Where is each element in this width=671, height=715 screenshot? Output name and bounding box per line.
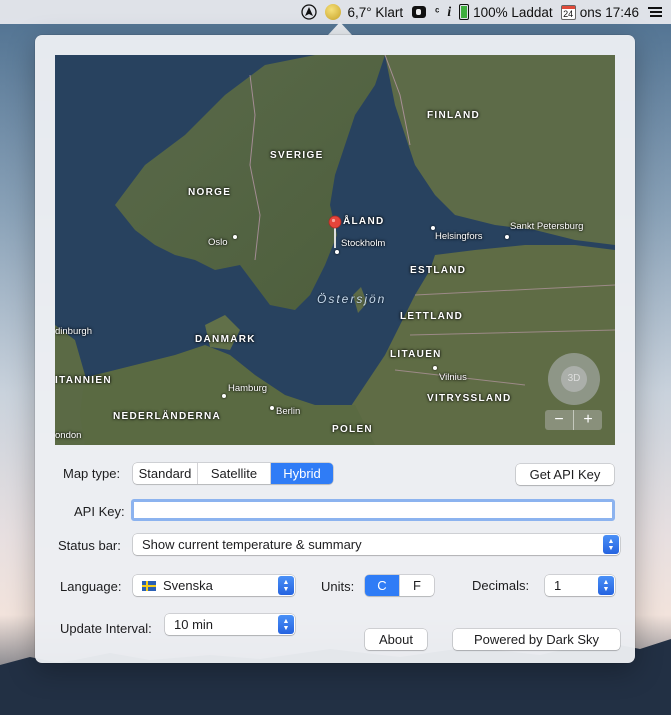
units-label: Units:: [321, 579, 355, 594]
popup-chevrons-icon: ▲ ▼: [603, 535, 619, 554]
city-berlin: Berlin: [276, 406, 301, 417]
map-label-poland: POLEN: [332, 424, 373, 435]
city-dot: [270, 406, 274, 410]
weather-sun-icon: [325, 4, 342, 20]
settings-popover: FINLAND SVERIGE NORGE ÅLAND ESTLAND LETT…: [35, 35, 635, 663]
popup-chevrons-icon: ▲ ▼: [598, 576, 614, 595]
map-type-satellite[interactable]: Satellite: [198, 463, 271, 484]
menu-bar: 6,7° Klart ᶜ i 100% Laddat 24 ons 17:46: [0, 0, 671, 24]
map-label-sweden: SVERIGE: [270, 150, 324, 161]
city-london: ondon: [55, 430, 82, 441]
language-label: Language:: [60, 579, 122, 594]
map-label-finland: FINLAND: [427, 110, 480, 121]
decimals-label: Decimals:: [472, 578, 530, 593]
map-type-label: Map type:: [63, 466, 121, 481]
city-dot: [505, 235, 509, 239]
map-label-lithuania: LITAUEN: [390, 349, 442, 360]
city-st-petersburg: Sankt Petersburg: [510, 221, 584, 232]
popover-arrow: [328, 22, 352, 35]
map-pin-icon[interactable]: [328, 215, 342, 249]
compass-3d-label[interactable]: 3D: [561, 366, 587, 392]
map-label-baltic-sea: Östersjön: [317, 292, 387, 306]
map-label-norway: NORGE: [188, 187, 232, 198]
info-icon[interactable]: i: [447, 4, 451, 20]
battery-status-item[interactable]: 100% Laddat: [459, 4, 553, 20]
city-stockholm: Stockholm: [341, 238, 386, 249]
navigation-icon[interactable]: [301, 4, 318, 20]
map-view[interactable]: FINLAND SVERIGE NORGE ÅLAND ESTLAND LETT…: [55, 55, 615, 445]
map-label-netherlands: NEDERLÄNDERNA: [113, 411, 222, 422]
map-zoom-controls: − +: [545, 410, 602, 430]
menu-list-icon[interactable]: [647, 5, 663, 19]
clock-item[interactable]: 24 ons 17:46: [560, 4, 639, 20]
map-label-aland: ÅLAND: [343, 216, 385, 227]
unit-celsius[interactable]: C: [365, 575, 400, 596]
s-icon[interactable]: ᶜ: [435, 6, 439, 18]
decimals-value: 1: [554, 578, 562, 593]
about-button[interactable]: About: [365, 629, 427, 650]
decimals-popup[interactable]: 1 ▲ ▼: [545, 575, 615, 596]
powered-by-dark-sky-button[interactable]: Powered by Dark Sky: [453, 629, 620, 650]
update-interval-label: Update Interval:: [60, 621, 152, 636]
dash-icon[interactable]: [411, 4, 427, 20]
status-bar-popup[interactable]: Show current temperature & summary ▲ ▼: [133, 534, 620, 555]
map-label-latvia: LETTLAND: [400, 311, 464, 322]
update-interval-popup[interactable]: 10 min ▲ ▼: [165, 614, 295, 635]
map-type-hybrid[interactable]: Hybrid: [271, 463, 333, 484]
status-bar-value: Show current temperature & summary: [142, 537, 362, 552]
units-segmented: C F: [365, 575, 434, 596]
popup-chevrons-icon: ▲ ▼: [278, 615, 294, 634]
update-interval-value: 10 min: [174, 617, 214, 632]
city-dot: [233, 235, 237, 239]
weather-temp: 6,7° Klart: [347, 4, 404, 20]
zoom-out-button[interactable]: −: [545, 410, 574, 430]
api-key-label: API Key:: [74, 504, 125, 519]
swedish-flag-icon: [142, 580, 156, 591]
map-label-britain: ITANNIEN: [55, 375, 112, 386]
language-popup[interactable]: Svenska ▲ ▼: [133, 575, 295, 596]
city-oslo: Oslo: [208, 237, 228, 248]
city-hamburg: Hamburg: [228, 383, 268, 394]
city-vilnius: Vilnius: [439, 372, 467, 383]
api-key-input[interactable]: [131, 499, 615, 521]
weather-status-item[interactable]: 6,7° Klart: [325, 4, 403, 20]
unit-fahrenheit[interactable]: F: [400, 575, 434, 596]
zoom-in-button[interactable]: +: [574, 410, 602, 430]
battery-icon: [459, 4, 470, 20]
city-dot: [433, 366, 437, 370]
city-edinburgh: dinburgh: [55, 326, 92, 337]
map-type-standard[interactable]: Standard: [133, 463, 198, 484]
city-helsinki: Helsingfors: [435, 231, 483, 242]
popup-chevrons-icon: ▲ ▼: [278, 576, 294, 595]
battery-text: 100% Laddat: [473, 4, 553, 20]
map-label-denmark: DANMARK: [195, 334, 256, 345]
map-label-estonia: ESTLAND: [410, 265, 467, 276]
city-dot: [431, 226, 435, 230]
clock-text: ons 17:46: [579, 4, 639, 20]
get-api-key-button[interactable]: Get API Key: [516, 464, 614, 485]
city-dot: [222, 394, 226, 398]
city-dot: [335, 250, 339, 254]
calendar-icon: 24: [560, 4, 576, 20]
map-type-segmented: Standard Satellite Hybrid: [133, 463, 333, 484]
status-bar-label: Status bar:: [58, 538, 121, 553]
map-compass[interactable]: 3D: [548, 353, 600, 405]
map-label-belarus: VITRYSSLAND: [427, 393, 512, 404]
language-value: Svenska: [163, 578, 213, 593]
